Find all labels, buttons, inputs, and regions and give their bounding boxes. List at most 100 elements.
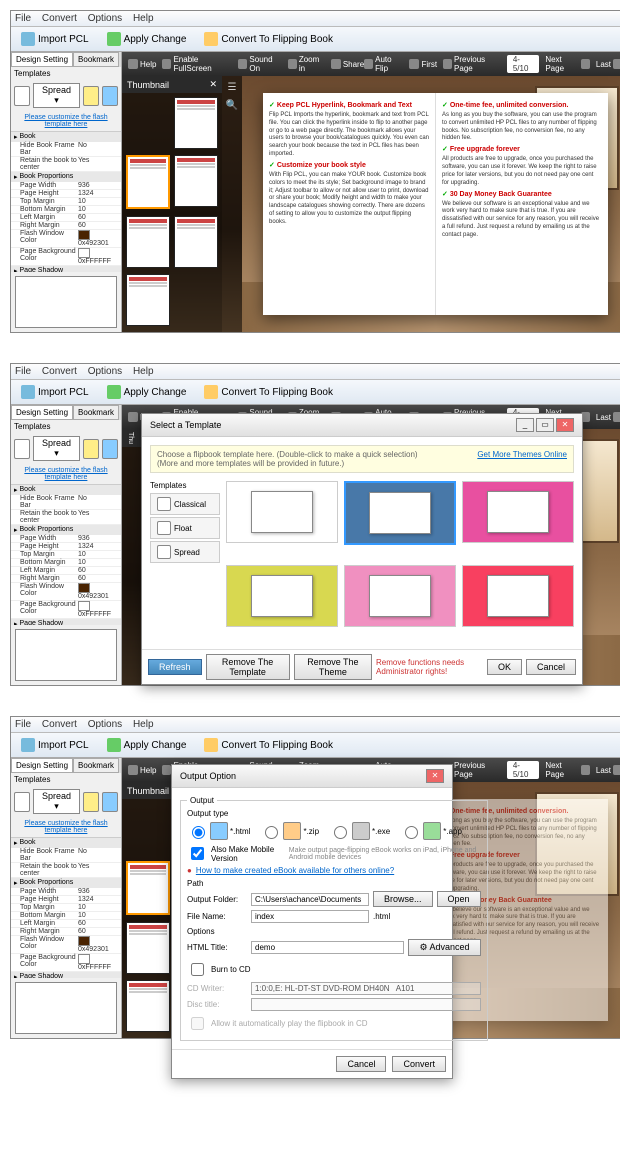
menu-convert[interactable]: Convert bbox=[42, 719, 77, 730]
prop-row[interactable]: Bottom Margin10 bbox=[11, 559, 121, 567]
prop-group[interactable]: Book Proportions bbox=[11, 525, 121, 535]
prop-row[interactable]: Hide Book Frame BarNo bbox=[11, 848, 121, 863]
prop-row[interactable]: Retain the book to centerYes bbox=[11, 510, 121, 525]
prop-row[interactable]: Retain the book to centerYes bbox=[11, 863, 121, 878]
remove-theme-button[interactable]: Remove The Theme bbox=[294, 654, 372, 680]
import-pcl-button[interactable]: Import PCL bbox=[16, 383, 94, 401]
template-thumb-icon[interactable] bbox=[14, 792, 30, 812]
prop-group[interactable]: Book bbox=[11, 838, 121, 848]
thumbnail-page[interactable] bbox=[174, 155, 218, 207]
convert-confirm-button[interactable]: Convert bbox=[392, 1056, 446, 1072]
prop-row[interactable]: Bottom Margin10 bbox=[11, 912, 121, 920]
apply-change-button[interactable]: Apply Change bbox=[102, 30, 192, 48]
help-button[interactable]: Help bbox=[128, 59, 156, 69]
more-themes-link[interactable]: Get More Themes Online bbox=[477, 450, 567, 459]
prop-row[interactable]: Left Margin60 bbox=[11, 214, 121, 222]
tab-design-setting[interactable]: Design Setting bbox=[11, 52, 73, 67]
prop-row[interactable]: Top Margin10 bbox=[11, 551, 121, 559]
template-cell-dazzle[interactable]: Dazzle bbox=[226, 565, 338, 627]
zoom-button[interactable]: Zoom in bbox=[288, 55, 325, 73]
next-button[interactable]: Next Page bbox=[545, 55, 590, 73]
prop-group[interactable]: Book Proportions bbox=[11, 878, 121, 888]
remove-template-button[interactable]: Remove The Template bbox=[206, 654, 290, 680]
template-select[interactable]: Spread ▾ bbox=[33, 789, 80, 814]
page-indicator[interactable]: 4-5/10 bbox=[507, 55, 539, 73]
last-button[interactable]: Last bbox=[596, 59, 620, 69]
prop-row[interactable]: Page Background Color0xFFFFFF bbox=[11, 954, 121, 972]
thumbnail-page[interactable] bbox=[174, 97, 218, 149]
type-zip[interactable]: *.zip bbox=[260, 822, 319, 840]
prop-row[interactable]: Flash Window Color0x492301 bbox=[11, 936, 121, 954]
template-save-icon[interactable] bbox=[102, 439, 118, 459]
category-float[interactable]: Float bbox=[150, 517, 220, 539]
menu-file[interactable]: File bbox=[15, 366, 31, 377]
prop-row[interactable]: Top Margin10 bbox=[11, 904, 121, 912]
convert-button[interactable]: Convert To Flipping Book bbox=[199, 383, 338, 401]
refresh-button[interactable]: Refresh bbox=[148, 659, 202, 675]
prop-group[interactable]: Book bbox=[11, 485, 121, 495]
close-icon[interactable]: ✕ bbox=[426, 769, 444, 783]
template-cell-blank[interactable]: Blank bbox=[226, 481, 338, 543]
first-button[interactable]: First bbox=[409, 59, 437, 69]
output-folder-input[interactable] bbox=[251, 893, 369, 906]
prop-row[interactable]: Flash Window Color0x492301 bbox=[11, 230, 121, 248]
also-mobile-checkbox[interactable] bbox=[191, 847, 204, 860]
help-link[interactable]: How to make created eBook available for … bbox=[196, 866, 394, 875]
tab-design-setting[interactable]: Design Setting bbox=[11, 405, 73, 420]
cancel-button[interactable]: Cancel bbox=[336, 1056, 386, 1072]
prop-row[interactable]: Page Background Color0xFFFFFF bbox=[11, 248, 121, 266]
menu-options[interactable]: Options bbox=[88, 366, 122, 377]
menu-help[interactable]: Help bbox=[133, 13, 154, 24]
convert-button[interactable]: Convert To Flipping Book bbox=[199, 30, 338, 48]
prop-row[interactable]: Right Margin60 bbox=[11, 222, 121, 230]
burn-cd-checkbox[interactable] bbox=[191, 963, 204, 976]
template-cell-florid[interactable]: Florid bbox=[344, 565, 456, 627]
thumbnail-page[interactable] bbox=[126, 274, 170, 326]
convert-button[interactable]: Convert To Flipping Book bbox=[199, 736, 338, 754]
autoflip-button[interactable]: Auto Flip bbox=[364, 55, 403, 73]
open-button[interactable]: Open bbox=[437, 891, 481, 907]
prop-row[interactable]: Hide Book Frame BarNo bbox=[11, 495, 121, 510]
property-tree[interactable]: BookHide Book Frame BarNoRetain the book… bbox=[11, 838, 121, 978]
menu-options[interactable]: Options bbox=[88, 719, 122, 730]
page-indicator[interactable]: 4-5/10 bbox=[507, 761, 539, 779]
menu-help[interactable]: Help bbox=[133, 366, 154, 377]
thumbnail-page[interactable] bbox=[126, 922, 170, 974]
prop-group[interactable]: Book Proportions bbox=[11, 172, 121, 182]
tab-bookmark[interactable]: Bookmark bbox=[73, 52, 119, 67]
customize-link[interactable]: Please customize the flash template here bbox=[11, 817, 121, 838]
prop-row[interactable]: Page Width936 bbox=[11, 182, 121, 190]
prop-row[interactable]: Hide Book Frame BarNo bbox=[11, 142, 121, 157]
type-exe[interactable]: *.exe bbox=[329, 822, 390, 840]
prop-row[interactable]: Page Background Color0xFFFFFF bbox=[11, 601, 121, 619]
minimize-icon[interactable]: _ bbox=[516, 418, 534, 432]
category-classical[interactable]: Classical bbox=[150, 493, 220, 515]
prop-group[interactable]: Page Shadow bbox=[11, 619, 121, 625]
help-button[interactable]: Help bbox=[128, 765, 156, 775]
type-html[interactable]: *.html bbox=[187, 822, 250, 840]
template-cell-colorful[interactable]: Colorful bbox=[462, 481, 574, 543]
thumbnail-close-icon[interactable]: ✕ bbox=[209, 79, 217, 90]
sound-button[interactable]: Sound On bbox=[238, 55, 281, 73]
advanced-button[interactable]: ⚙ Advanced bbox=[408, 939, 480, 956]
menu-convert[interactable]: Convert bbox=[42, 366, 77, 377]
cancel-button[interactable]: Cancel bbox=[526, 659, 576, 675]
thumbnail-page[interactable] bbox=[126, 155, 170, 209]
fullscreen-button[interactable]: Enable FullScreen bbox=[162, 55, 232, 73]
apply-change-button[interactable]: Apply Change bbox=[102, 736, 192, 754]
template-select[interactable]: Spread ▾ bbox=[33, 436, 80, 461]
prop-row[interactable]: Flash Window Color0x492301 bbox=[11, 583, 121, 601]
bookmark-tool-icon[interactable]: ☰ bbox=[225, 82, 239, 96]
share-button[interactable]: Share bbox=[331, 59, 364, 69]
prop-group[interactable]: Page Shadow bbox=[11, 266, 121, 272]
property-tree[interactable]: BookHide Book Frame BarNoRetain the book… bbox=[11, 132, 121, 272]
template-thumb-icon[interactable] bbox=[14, 439, 30, 459]
import-pcl-button[interactable]: Import PCL bbox=[16, 30, 94, 48]
last-button[interactable]: Last bbox=[596, 412, 620, 422]
template-thumb2-icon[interactable] bbox=[83, 439, 99, 459]
thumbnail-page[interactable] bbox=[126, 861, 170, 915]
template-save-icon[interactable] bbox=[102, 86, 118, 106]
prop-row[interactable]: Left Margin60 bbox=[11, 567, 121, 575]
close-icon[interactable]: ✕ bbox=[556, 418, 574, 432]
menu-file[interactable]: File bbox=[15, 719, 31, 730]
